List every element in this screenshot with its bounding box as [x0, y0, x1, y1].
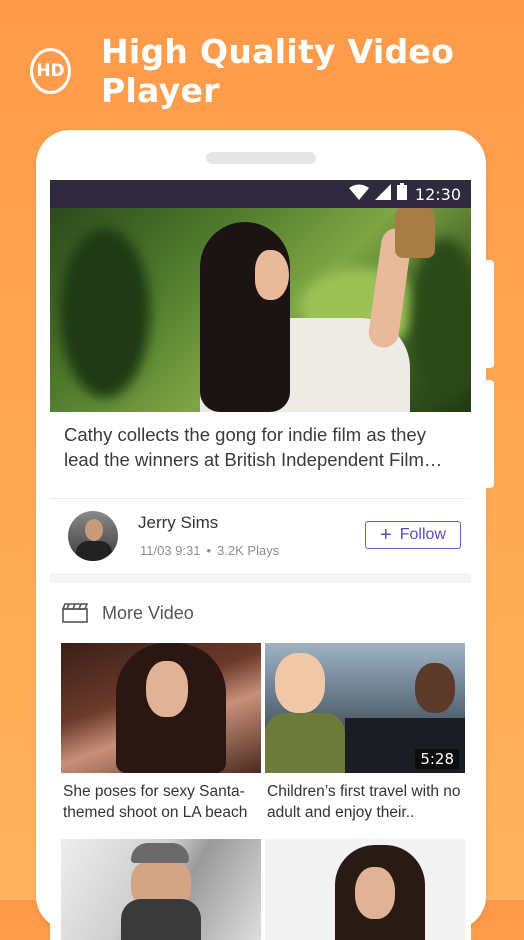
hd-badge-icon: HD	[30, 48, 71, 94]
child-face	[275, 653, 325, 713]
avatar-head	[85, 519, 103, 541]
follow-label: Follow	[399, 526, 446, 543]
video-duration: 5:28	[415, 749, 459, 769]
status-time: 12:30	[414, 184, 461, 204]
foliage	[410, 238, 471, 398]
video-title: Children’s first travel with no adult an…	[267, 783, 461, 821]
video-card[interactable]	[265, 839, 465, 940]
battery-icon	[396, 183, 407, 205]
avatar[interactable]	[68, 511, 118, 561]
follow-button[interactable]: + Follow	[365, 521, 461, 549]
phone-side-button	[486, 380, 494, 488]
status-bar: 12:30	[50, 180, 471, 208]
banner-title: High Quality Video Player	[100, 32, 455, 110]
meta-separator: •	[206, 543, 212, 558]
featured-video-thumbnail[interactable]	[50, 208, 471, 412]
article-title[interactable]: Cathy collects the gong for indie film a…	[50, 412, 471, 486]
phone-speaker	[206, 152, 316, 164]
author-meta: 11/03 9:31 • 3.2K Plays	[140, 543, 279, 558]
signal-icon	[374, 183, 391, 205]
phone-frame: 12:30 Cathy collects the gong for indie …	[36, 130, 494, 940]
video-card[interactable]: 5:28 Children’s first travel with no adu…	[265, 643, 465, 823]
straw-hat	[395, 208, 435, 258]
more-video-header: More Video	[50, 583, 471, 643]
plus-icon: +	[380, 524, 392, 546]
video-thumbnail[interactable]: 5:28	[265, 643, 465, 773]
shirt	[121, 899, 201, 940]
more-video-title: More Video	[102, 602, 194, 623]
video-thumbnail[interactable]	[61, 643, 261, 773]
video-card[interactable]	[61, 839, 261, 940]
child-jacket	[265, 713, 345, 773]
author-name[interactable]: Jerry Sims	[138, 513, 218, 533]
foliage	[60, 228, 150, 398]
wifi-icon	[348, 184, 369, 205]
promo-banner: HD High Quality Video Player	[30, 32, 524, 110]
face	[146, 661, 188, 717]
video-thumbnail[interactable]	[265, 839, 465, 940]
section-gap	[50, 573, 471, 583]
video-title: She poses for sexy Santa-themed shoot on…	[63, 783, 248, 821]
app-screen: 12:30 Cathy collects the gong for indie …	[50, 180, 471, 940]
post-date: 11/03 9:31	[140, 543, 201, 558]
video-thumbnail[interactable]	[61, 839, 261, 940]
avatar-body	[76, 541, 112, 561]
child-face	[415, 663, 455, 713]
video-card[interactable]: She poses for sexy Santa-themed shoot on…	[61, 643, 261, 823]
woman-face	[255, 250, 289, 300]
clapperboard-icon	[61, 603, 89, 623]
phone-side-button	[486, 260, 494, 368]
cap	[131, 843, 189, 863]
author-row: Jerry Sims 11/03 9:31 • 3.2K Plays + Follo…	[50, 499, 471, 573]
face	[355, 867, 395, 919]
play-count: 3.2K Plays	[217, 543, 280, 558]
